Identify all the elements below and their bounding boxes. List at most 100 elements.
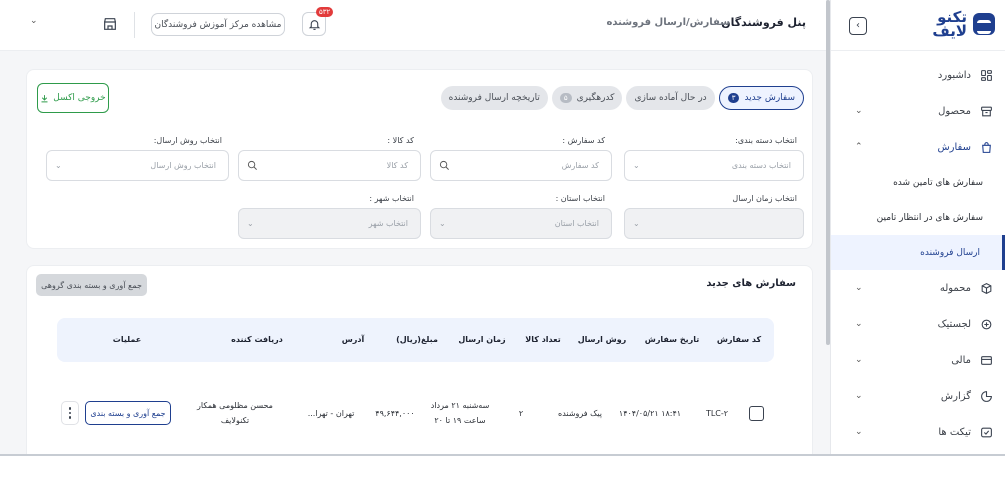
tab-label: تاریخچه ارسال فروشنده xyxy=(448,93,540,103)
chevron-down-icon: ⌄ xyxy=(855,106,863,116)
tab-tracking-code[interactable]: کدرهگیری ۵ xyxy=(551,86,623,110)
sidebar-item-shipment[interactable]: محموله ⌄ xyxy=(831,270,1005,306)
logo-row: تکنو لایف › xyxy=(831,0,1005,51)
breadcrumb: سفارش/ارسال فروشنده xyxy=(606,17,730,28)
col-order-date: تاریخ سفارش xyxy=(644,335,700,344)
wallet-icon xyxy=(979,353,993,367)
category-placeholder: انتخاب دسته بندی xyxy=(731,161,791,170)
app-window: پنل فروشندگان سفارش/ارسال فروشنده ۵۳۲ مش… xyxy=(0,0,1005,456)
col-address: آدرس xyxy=(341,335,365,344)
sidebar-subitem-supplied-orders[interactable]: سفارش های تامین شده xyxy=(831,165,1005,200)
logo-line-2: لایف xyxy=(932,22,967,40)
new-orders-card: سفارش های جدید جمع آوری و بسته بندی گروه… xyxy=(26,265,813,454)
sidebar-collapse-button[interactable]: › xyxy=(849,17,867,35)
city-label: انتخاب شهر : xyxy=(369,194,414,203)
logo-text: تکنو لایف xyxy=(932,10,967,40)
store-icon[interactable] xyxy=(102,16,118,32)
province-select[interactable]: انتخاب استان ⌄ xyxy=(430,208,612,239)
chevron-down-icon: ⌄ xyxy=(633,161,640,170)
sidebar-item-tickets[interactable]: تیکت ها ⌄ xyxy=(831,414,1005,450)
product-code-placeholder: کد کالا xyxy=(386,161,408,170)
status-tabs: سفارش جدید ۳ در حال آماده سازی کدرهگیری … xyxy=(440,86,804,110)
cell-receiver-company: تکنولایف xyxy=(220,416,250,425)
logo-mark-icon xyxy=(973,13,995,35)
sidebar-item-report[interactable]: گزارش ⌄ xyxy=(831,378,1005,414)
product-icon xyxy=(979,104,993,118)
sidebar-item-label: سفارش xyxy=(937,141,971,153)
sidebar-item-dashboard[interactable]: داشبورد xyxy=(831,57,1005,93)
tab-seller-shipping-history[interactable]: تاریخچه ارسال فروشنده xyxy=(440,86,548,110)
category-label: انتخاب دسته بندی: xyxy=(735,136,797,145)
cell-shipping-hours: ساعت ۱۹ تا ۲۰ xyxy=(434,416,486,425)
product-code-input[interactable]: کد کالا xyxy=(238,150,421,181)
search-icon xyxy=(439,160,449,170)
tab-preparing[interactable]: در حال آماده سازی xyxy=(626,86,715,110)
tab-new-orders[interactable]: سفارش جدید ۳ xyxy=(718,86,804,110)
tab-count-badge: ۵ xyxy=(559,93,572,103)
order-code-placeholder: کد سفارش xyxy=(561,161,599,170)
sidebar-item-label: گزارش xyxy=(940,390,971,402)
cell-order-date: ۱۸:۴۱ ۱۴۰۴/۰۵/۲۱ xyxy=(618,409,682,418)
col-actions: عملیات xyxy=(112,335,142,344)
row-checkbox[interactable] xyxy=(749,406,764,421)
shipping-method-label: انتخاب روش ارسال: xyxy=(153,136,222,145)
excel-export-button[interactable]: خروجی اکسل xyxy=(37,83,109,113)
notification-badge: ۵۳۲ xyxy=(316,7,334,17)
cell-shipping-method: پیک فروشنده xyxy=(558,409,602,418)
cell-address: تهران - تهرا... xyxy=(307,409,355,418)
ticket-icon xyxy=(979,425,993,439)
sidebar-item-label: تیکت ها xyxy=(938,426,971,438)
province-label: انتخاب استان : xyxy=(555,194,605,203)
cell-order-code: TLC-۲ xyxy=(705,409,729,418)
account-chevron-down-icon[interactable]: ⌄ xyxy=(30,16,38,26)
shipping-method-select[interactable]: انتخاب روش ارسال ⌄ xyxy=(46,150,229,181)
dashboard-icon xyxy=(979,68,993,82)
pack-order-button[interactable]: جمع آوری و بسته بندی xyxy=(85,401,171,425)
search-icon xyxy=(247,160,257,170)
sidebar-item-orders[interactable]: سفارش ⌃ xyxy=(831,129,1005,165)
city-select[interactable]: انتخاب شهر ⌄ xyxy=(238,208,421,239)
education-center-button[interactable]: مشاهده مرکز آموزش فروشندگان xyxy=(151,13,285,36)
sidebar-item-logistics[interactable]: لجستیک ⌄ xyxy=(831,306,1005,342)
city-placeholder: انتخاب شهر xyxy=(368,219,408,228)
sidebar-item-finance[interactable]: مالی ⌄ xyxy=(831,342,1005,378)
sidebar-item-product[interactable]: محصول ⌄ xyxy=(831,93,1005,129)
group-pack-button[interactable]: جمع آوری و بسته بندی گروهی xyxy=(36,274,147,296)
box-icon xyxy=(979,281,993,295)
more-options-icon[interactable] xyxy=(61,401,79,425)
panel-title: پنل فروشندگان xyxy=(721,16,806,29)
chevron-down-icon: ⌄ xyxy=(855,283,863,293)
download-icon xyxy=(41,94,48,102)
chevron-down-icon: ⌄ xyxy=(855,319,863,329)
tab-label: کدرهگیری xyxy=(576,93,615,103)
sidebar-subitem-seller-shipping[interactable]: ارسال فروشنده xyxy=(831,235,1005,270)
sidebar-item-label: لجستیک xyxy=(937,318,971,330)
shipping-time-label: انتخاب زمان ارسال xyxy=(732,194,797,203)
tab-label: سفارش جدید xyxy=(744,93,795,103)
sidebar-item-label: محصول xyxy=(938,105,971,117)
col-quantity: تعداد کالا xyxy=(525,335,561,344)
sidebar-item-label: مالی xyxy=(951,354,971,366)
chevron-down-icon: ⌄ xyxy=(439,219,446,228)
top-bar: پنل فروشندگان سفارش/ارسال فروشنده ۵۳۲ مش… xyxy=(0,0,826,51)
filters-card: سفارش جدید ۳ در حال آماده سازی کدرهگیری … xyxy=(26,69,813,249)
bell-icon xyxy=(308,19,320,30)
chevron-down-icon: ⌄ xyxy=(855,391,863,401)
col-shipping-time: زمان ارسال xyxy=(458,335,506,344)
sidebar-item-label: داشبورد xyxy=(937,69,971,81)
order-code-input[interactable]: کد سفارش xyxy=(430,150,612,181)
orders-title: سفارش های جدید xyxy=(706,278,796,289)
chevron-up-icon: ⌃ xyxy=(855,142,863,152)
order-bag-icon xyxy=(979,140,993,154)
tab-count-badge: ۳ xyxy=(727,93,740,103)
logistics-icon xyxy=(979,317,993,331)
col-receiver: دریافت کننده xyxy=(231,335,283,344)
category-select[interactable]: انتخاب دسته بندی ⌄ xyxy=(624,150,804,181)
chevron-down-icon: ⌄ xyxy=(55,161,62,170)
sidebar-subitem-pending-orders[interactable]: سفارش های در انتظار تامین xyxy=(831,200,1005,235)
brand-logo: تکنو لایف xyxy=(932,10,995,40)
col-amount: مبلغ(ریال) xyxy=(396,335,438,344)
col-order-code: کد سفارش xyxy=(716,335,762,344)
shipping-time-select[interactable]: ⌄ xyxy=(624,208,804,239)
cell-quantity: ۲ xyxy=(518,409,524,418)
